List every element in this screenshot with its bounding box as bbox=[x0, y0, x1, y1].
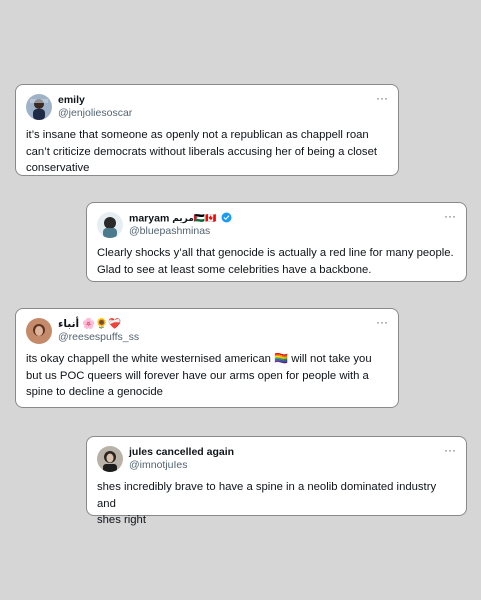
more-options-icon[interactable]: ··· bbox=[444, 443, 456, 457]
tweet-line: Clearly shocks y’all that genocide is ac… bbox=[97, 247, 454, 259]
more-options-icon[interactable]: ··· bbox=[376, 315, 388, 329]
display-name[interactable]: أنباء 🌸🌻❤️‍🩹 bbox=[58, 318, 376, 331]
tweet-card[interactable]: أنباء 🌸🌻❤️‍🩹 @reesespuffs_ss ··· its oka… bbox=[15, 308, 399, 408]
tweet-header: maryam مريم🇵🇸🇨🇦 @bluepashminas ··· bbox=[97, 209, 456, 239]
user-handle[interactable]: @reesespuffs_ss bbox=[58, 331, 376, 344]
verified-badge-icon bbox=[221, 212, 232, 223]
tweet-line: Glad to see at least some celebrities ha… bbox=[97, 263, 372, 276]
avatar[interactable] bbox=[26, 94, 52, 120]
display-name[interactable]: jules cancelled again bbox=[129, 446, 444, 459]
tweet-line: shes right bbox=[97, 514, 146, 526]
tweet-header: jules cancelled again @imnotjuIes ··· bbox=[97, 443, 456, 473]
avatar[interactable] bbox=[97, 446, 123, 472]
avatar[interactable] bbox=[97, 212, 123, 238]
tweet-line: shes incredibly brave to have a spine in… bbox=[97, 481, 437, 510]
tweet-text: its okay chappell the white westernised … bbox=[26, 351, 388, 401]
tweet-line: spine to decline a genocide bbox=[26, 386, 163, 398]
more-options-icon[interactable]: ··· bbox=[444, 209, 456, 223]
tweet-card[interactable]: maryam مريم🇵🇸🇨🇦 @bluepashminas ··· Clear… bbox=[86, 202, 467, 282]
display-name[interactable]: emily bbox=[58, 94, 376, 107]
avatar[interactable] bbox=[26, 318, 52, 344]
user-handle[interactable]: @imnotjuIes bbox=[129, 459, 444, 472]
tweet-header: أنباء 🌸🌻❤️‍🩹 @reesespuffs_ss ··· bbox=[26, 315, 388, 345]
display-name-extra: مريم🇵🇸🇨🇦 bbox=[172, 212, 217, 223]
tweet-card[interactable]: jules cancelled again @imnotjuIes ··· sh… bbox=[86, 436, 467, 526]
tweet-text: Clearly shocks y’all that genocide is ac… bbox=[97, 245, 456, 278]
more-options-icon[interactable]: ··· bbox=[376, 91, 388, 105]
tweet-line: conservative bbox=[26, 162, 90, 174]
tweet-header: emily @jenjoliesoscar ··· bbox=[26, 91, 388, 121]
user-handle[interactable]: @jenjoliesoscar bbox=[58, 107, 376, 120]
tweet-line: but us POC queers will forever have our … bbox=[26, 369, 369, 382]
display-name-row: maryam مريم🇵🇸🇨🇦 bbox=[129, 212, 444, 225]
tweet-card[interactable]: emily @jenjoliesoscar ··· it’s insane th… bbox=[15, 84, 399, 176]
tweet-line: can’t criticize democrats without libera… bbox=[26, 145, 377, 158]
user-handle[interactable]: @bluepashminas bbox=[129, 225, 444, 238]
tweet-text: shes incredibly brave to have a spine in… bbox=[97, 479, 456, 529]
tweet-line: its okay chappell the white westernised … bbox=[26, 353, 372, 365]
tweet-text: it’s insane that someone as openly not a… bbox=[26, 127, 388, 177]
display-name[interactable]: maryam bbox=[129, 212, 169, 224]
tweet-line: it’s insane that someone as openly not a… bbox=[26, 129, 369, 141]
